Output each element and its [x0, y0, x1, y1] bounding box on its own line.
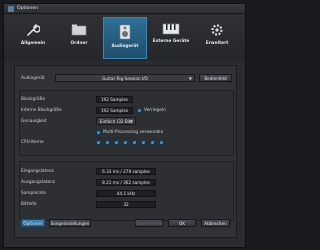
gear-icon [211, 24, 223, 36]
multiprocessing-label: Multi-Processing verwenden [103, 130, 164, 135]
tab-externe-geraete[interactable]: Externe Geräte [149, 17, 193, 59]
tab-label: Allgemein [20, 41, 46, 46]
block-size-row: Blockgröße 192 Samples [15, 96, 236, 104]
sample-rate-value: 44.1 kHz [96, 190, 156, 197]
link-label: Verriegeln [144, 108, 166, 113]
audio-device-value: Guitar Rig Session I/O [102, 75, 148, 81]
cpu-cores-row: CPU-Kerne ✓ ✓ ✓ ✓ ✓ ✓ ✓ ✓ [15, 139, 236, 147]
tab-label: Ordner [70, 41, 88, 46]
output-latency-value: 8.21 ms / 362 samples [96, 179, 156, 186]
ok-button[interactable]: OK [168, 219, 196, 227]
chevron-down-icon: ▼ [129, 119, 133, 124]
tab-allgemein[interactable]: Allgemein [11, 17, 55, 59]
precision-value: Einfach (32 Bit) [99, 118, 133, 124]
apply-button[interactable]: Übernehmen [135, 219, 163, 227]
audio-device-label: Audiogerät [21, 76, 45, 81]
sample-rate-row: Samplerate 44.1 kHz [15, 190, 236, 198]
cpu-core-checkbox[interactable]: ✓ [159, 140, 164, 145]
window-title: Optionen [17, 6, 39, 11]
speaker-icon [119, 24, 131, 40]
internal-block-size-label: Interne Blockgröße [21, 108, 62, 113]
midi-keyboard-icon [162, 23, 180, 35]
tab-ordner[interactable]: Ordner [57, 17, 101, 59]
cpu-core-checkbox[interactable]: ✓ [105, 140, 110, 145]
input-latency-value: 6.33 ms / 279 samples [96, 168, 156, 175]
tab-audiogeraet[interactable]: Audiogerät [103, 17, 147, 59]
cpu-core-checkbox[interactable]: ✓ [150, 140, 155, 145]
category-toolbar: Allgemein Ordner Audiogerät Externe Gerä… [4, 15, 245, 61]
cpu-core-checkbox[interactable]: ✓ [96, 140, 101, 145]
cancel-button[interactable]: Abbrechen [201, 219, 230, 227]
tab-label: Erweitert [205, 41, 229, 46]
internal-block-size-row: Interne Blockgröße 192 Samples ✓ Verrieg… [15, 107, 236, 115]
internal-block-size-field[interactable]: 192 Samples [96, 107, 133, 114]
audio-device-select[interactable]: Guitar Rig Session I/O ▼ [55, 74, 195, 82]
multiprocessing-checkbox[interactable]: ✓ [96, 130, 101, 135]
audio-device-row: Audiogerät Guitar Rig Session I/O ▼ Bedi… [15, 74, 236, 83]
folder-icon [71, 24, 87, 36]
multiprocessing-row: ✓ Multi-Processing verwenden [15, 129, 236, 137]
output-latency-label: Ausgangslatenz [21, 180, 56, 185]
block-size-label: Blockgröße [21, 97, 45, 102]
bit-depth-row: Bittiefe 32 [15, 201, 236, 209]
bit-depth-label: Bittiefe [21, 202, 37, 207]
precision-select[interactable]: Einfach (32 Bit) ▼ [96, 117, 136, 125]
bit-depth-value: 32 [96, 201, 156, 208]
input-latency-label: Eingangslatenz [21, 169, 54, 174]
cpu-core-checkbox[interactable]: ✓ [114, 140, 119, 145]
cpu-core-checkbox[interactable]: ✓ [141, 140, 146, 145]
output-latency-row: Ausgangslatenz 8.21 ms / 362 samples [15, 179, 236, 187]
chevron-down-icon: ▼ [188, 76, 192, 81]
options-dialog: Optionen Allgemein Ordner Audiogerät Ext… [3, 3, 246, 248]
wrench-icon [27, 24, 40, 36]
control-panel-button[interactable]: Bedienfeld [199, 74, 232, 82]
tab-label: Externe Geräte [152, 39, 190, 44]
options-button[interactable]: Optionen [21, 219, 45, 227]
sample-rate-label: Samplerate [21, 191, 46, 196]
song-settings-button[interactable]: Songeinstellungen [49, 219, 91, 227]
precision-row: Genauigkeit Einfach (32 Bit) ▼ [15, 117, 236, 126]
audio-device-panel: Audiogerät Guitar Rig Session I/O ▼ Bedi… [14, 65, 237, 238]
cpu-cores-label: CPU-Kerne [21, 140, 44, 145]
block-size-field[interactable]: 192 Samples [96, 96, 133, 103]
link-checkbox[interactable]: ✓ [137, 108, 142, 113]
precision-label: Genauigkeit [21, 119, 47, 124]
title-bar[interactable]: Optionen [4, 4, 245, 14]
tab-label: Audiogerät [111, 44, 139, 49]
app-icon [8, 5, 14, 12]
cpu-core-checkbox[interactable]: ✓ [132, 140, 137, 145]
input-latency-row: Eingangslatenz 6.33 ms / 279 samples [15, 168, 236, 176]
cpu-core-checkbox[interactable]: ✓ [123, 140, 128, 145]
tab-erweitert[interactable]: Erweitert [195, 17, 239, 59]
